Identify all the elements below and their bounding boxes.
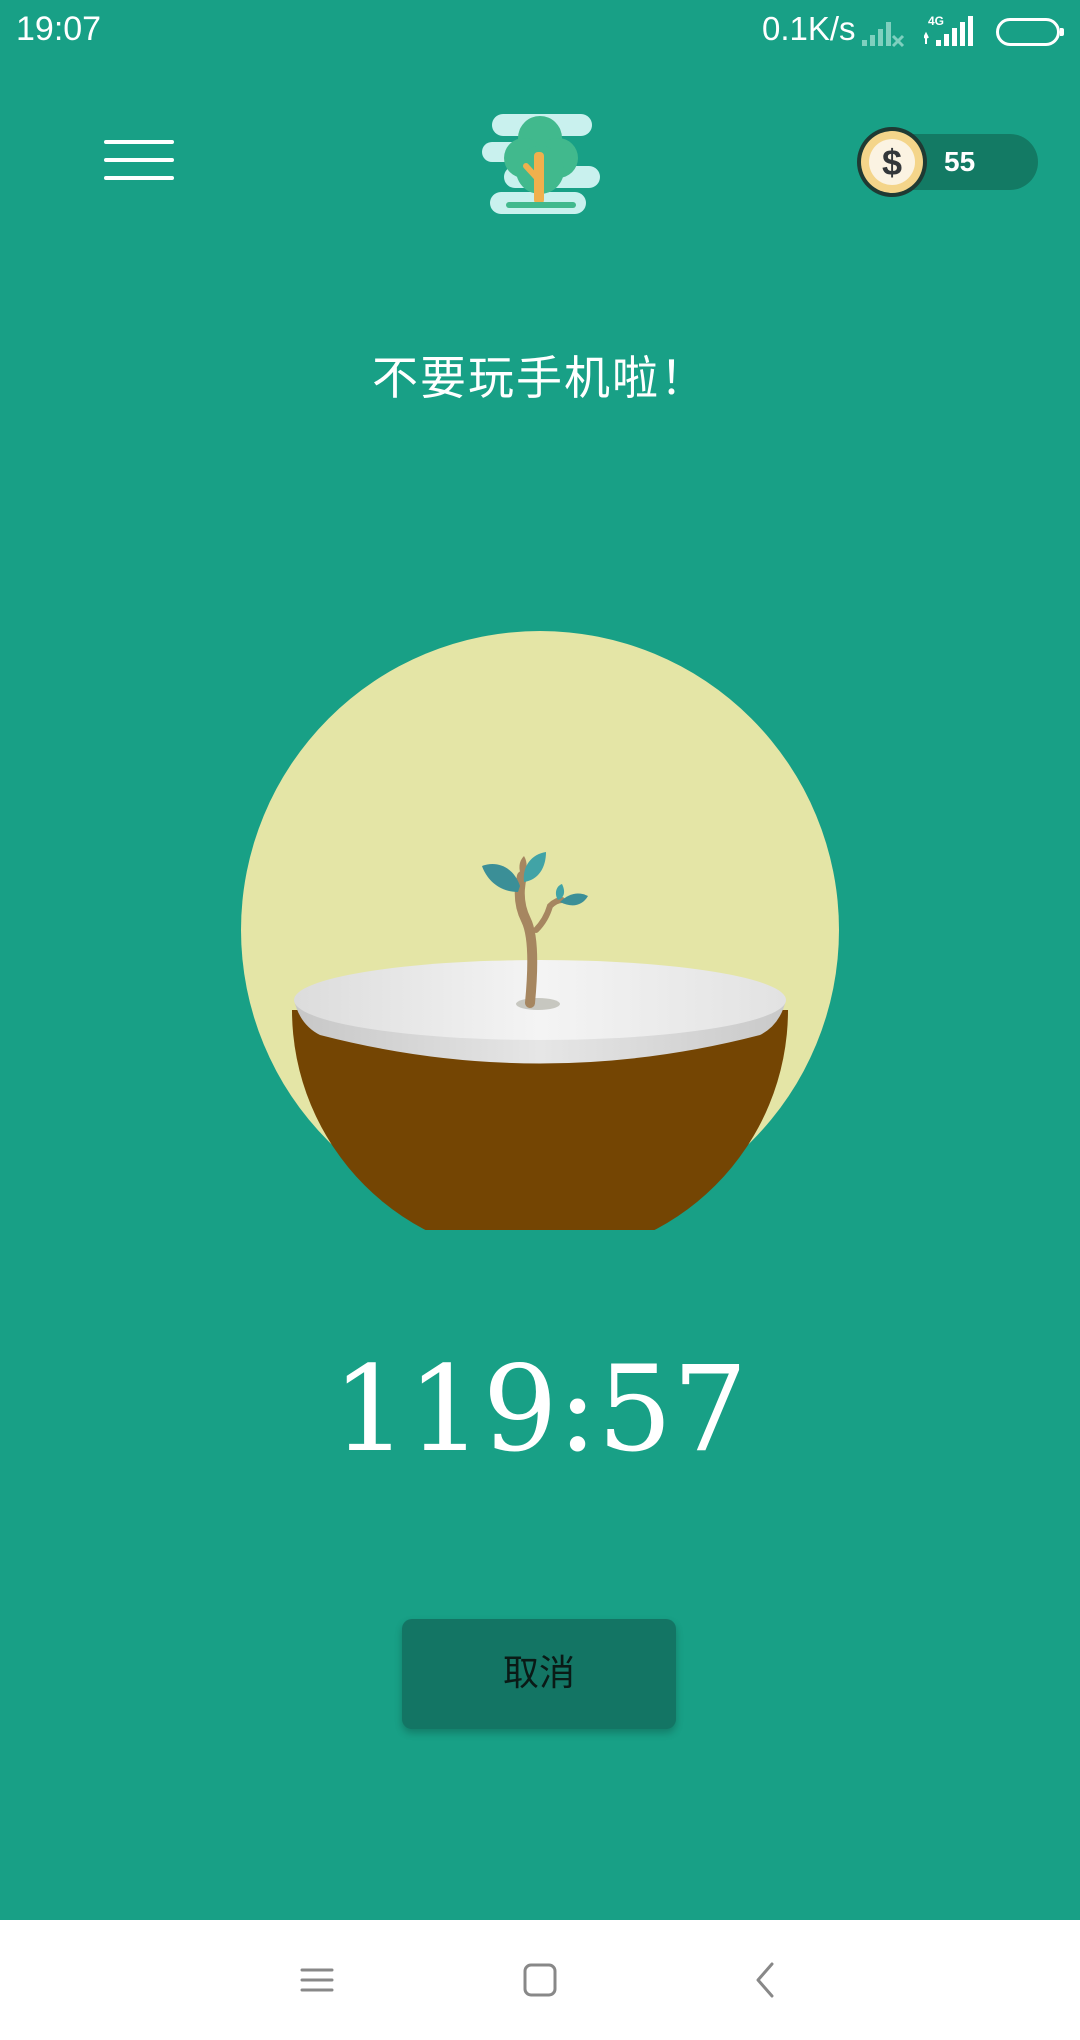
menu-button[interactable] xyxy=(98,130,178,190)
countdown-timer: 119:57 xyxy=(332,1340,748,1478)
menu-line xyxy=(104,158,174,162)
cancel-button[interactable]: 取消 xyxy=(402,1619,676,1729)
signal-weak-icon xyxy=(862,22,905,48)
svg-text:$: $ xyxy=(882,142,902,183)
network-speed: 0.1K/s xyxy=(762,10,856,47)
menu-line xyxy=(104,176,174,180)
focus-message: 不要玩手机啦！ xyxy=(372,351,708,405)
menu-line xyxy=(104,140,174,144)
dollar-coin-icon: $ xyxy=(857,127,927,197)
battery-nub xyxy=(1060,28,1064,36)
status-time: 19:07 xyxy=(16,10,102,48)
back-icon[interactable] xyxy=(736,1950,796,2010)
forest-tree-logo-icon[interactable] xyxy=(482,108,600,218)
system-nav-bar xyxy=(0,1920,1080,2040)
signal-strong-icon: 4G xyxy=(924,14,973,46)
battery-icon: 91 xyxy=(996,18,1064,46)
recents-icon[interactable] xyxy=(286,1950,346,2010)
growing-tree-illustration xyxy=(241,631,839,1230)
network-type: 4G xyxy=(928,14,944,28)
coin-balance[interactable]: $ 55 xyxy=(857,127,1038,197)
battery-level: 91 xyxy=(1017,21,1039,42)
status-bar: 19:07 0.1K/s 4G 91 xyxy=(0,0,1080,68)
home-icon[interactable] xyxy=(510,1950,570,2010)
coin-count: 55 xyxy=(944,146,976,177)
